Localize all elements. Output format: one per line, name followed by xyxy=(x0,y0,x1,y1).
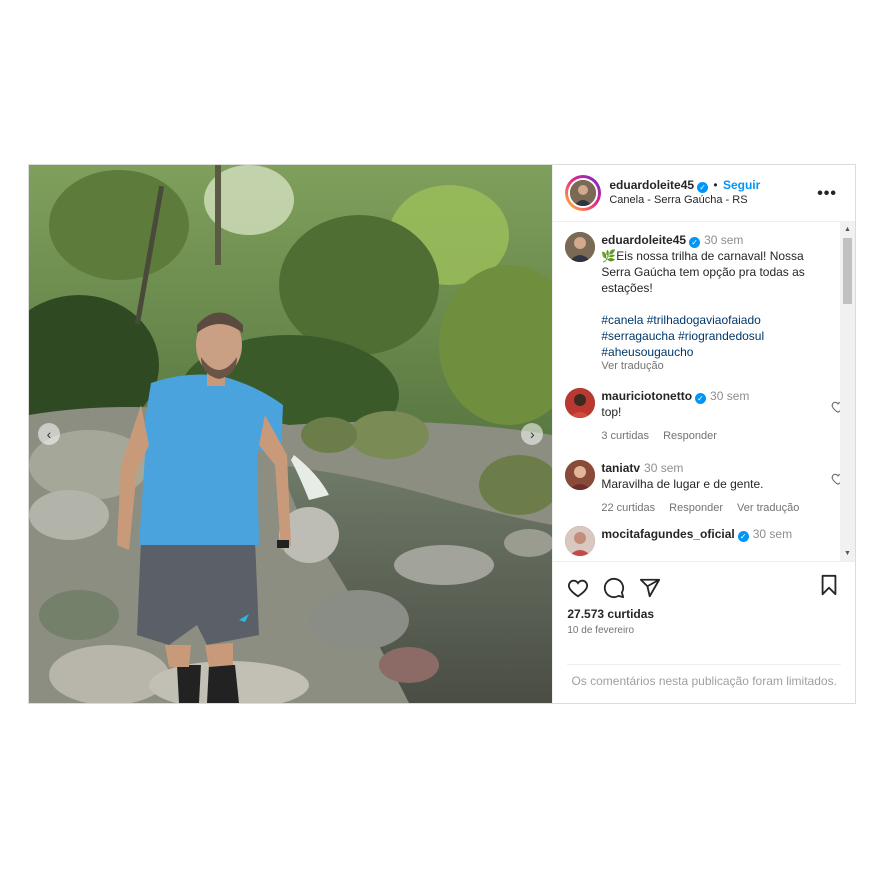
location-link[interactable]: Canela - Serra Gaúcha - RS xyxy=(609,193,760,208)
see-translation-link[interactable]: Ver tradução xyxy=(601,360,821,372)
avatar[interactable] xyxy=(565,460,596,490)
comment-icon[interactable] xyxy=(603,577,625,599)
post-photo[interactable]: ‹ › xyxy=(29,165,553,703)
post-side-panel: eduardoleite45 ✓ • Seguir Canela - Serra … xyxy=(552,165,855,703)
caption-username[interactable]: eduardoleite45 xyxy=(601,233,686,247)
comments-limited-notice: Os comentários nesta publicação foram li… xyxy=(567,664,841,689)
see-translation-link[interactable]: Ver tradução xyxy=(737,502,799,514)
likes-count[interactable]: 27.573 curtidas xyxy=(553,603,855,621)
comment-time[interactable]: 30 sem xyxy=(644,461,683,475)
comment: taniatv 30 sem Maravilha de lugar e de ge… xyxy=(565,460,845,516)
separator-dot: • xyxy=(713,178,718,192)
comment-text: Maravilha de lugar e de gente. xyxy=(601,477,764,491)
caption-text: 🌿Eis nossa trilha de carnaval! Nossa Ser… xyxy=(601,249,805,295)
comment-username[interactable]: taniatv xyxy=(601,461,640,475)
comment-time[interactable]: 30 sem xyxy=(710,389,749,403)
carousel-prev-button[interactable]: ‹ xyxy=(38,423,60,445)
avatar[interactable] xyxy=(565,388,596,418)
verified-badge-icon: ✓ xyxy=(697,182,709,193)
caption-hashtags[interactable]: #canela #trilhadogaviaofaiado #serragauc… xyxy=(601,312,821,360)
comment-time[interactable]: 30 sem xyxy=(753,527,792,541)
scroll-down-arrow-icon[interactable]: ▼ xyxy=(844,550,851,557)
avatar[interactable] xyxy=(565,232,596,262)
bookmark-icon[interactable] xyxy=(819,574,839,596)
instagram-post: ‹ › eduardoleite45 ✓ • Seguir Canela - Se… xyxy=(28,164,856,704)
heart-icon[interactable] xyxy=(567,577,589,599)
header-username[interactable]: eduardoleite45 xyxy=(609,178,694,192)
follow-button[interactable]: Seguir xyxy=(723,178,760,192)
hiking-photo xyxy=(29,165,553,703)
share-icon[interactable] xyxy=(639,577,661,599)
reply-button[interactable]: Responder xyxy=(669,502,723,514)
avatar[interactable] xyxy=(568,178,599,208)
scrollbar-thumb[interactable] xyxy=(843,238,852,304)
caption-time[interactable]: 30 sem xyxy=(704,233,743,247)
post-header: eduardoleite45 ✓ • Seguir Canela - Serra … xyxy=(553,165,855,222)
verified-badge-icon: ✓ xyxy=(695,393,707,404)
comment-likes[interactable]: 22 curtidas xyxy=(601,502,655,514)
scroll-up-arrow-icon[interactable]: ▲ xyxy=(844,226,851,233)
comment: mauriciotonetto ✓ 30 sem top! 3 curtidas Re… xyxy=(565,388,845,444)
comment: mocitafagundes_oficial ✓ 30 sem xyxy=(565,526,825,556)
comments-scrollbar[interactable]: ▲ ▼ xyxy=(840,222,855,561)
comment-username[interactable]: mocitafagundes_oficial xyxy=(601,527,734,541)
verified-badge-icon: ✓ xyxy=(737,531,749,542)
comment-username[interactable]: mauriciotonetto xyxy=(601,389,692,403)
comment-text: top! xyxy=(601,405,622,419)
avatar[interactable] xyxy=(565,526,596,556)
profile-avatar-ring[interactable] xyxy=(565,175,602,211)
verified-badge-icon: ✓ xyxy=(689,237,701,248)
comment-likes[interactable]: 3 curtidas xyxy=(601,430,649,442)
action-bar xyxy=(553,561,855,603)
more-options-icon[interactable]: ••• xyxy=(817,185,837,203)
comments-section[interactable]: eduardoleite45 ✓ 30 sem 🌿Eis nossa trilha … xyxy=(553,222,855,561)
reply-button[interactable]: Responder xyxy=(663,430,717,442)
post-date[interactable]: 10 de fevereiro xyxy=(553,621,855,636)
caption: eduardoleite45 ✓ 30 sem 🌿Eis nossa trilha … xyxy=(565,232,825,372)
